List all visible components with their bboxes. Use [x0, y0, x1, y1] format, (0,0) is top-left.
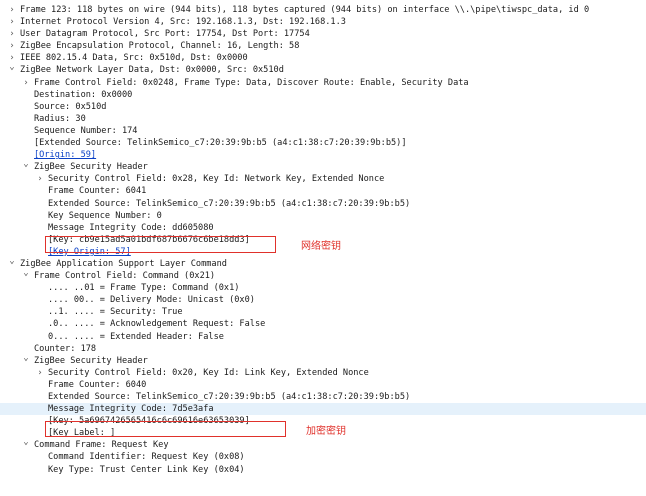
tree-row[interactable]: Message Integrity Code: 7d5e3afa [0, 403, 646, 416]
chevron-right-icon[interactable]: › [7, 40, 17, 52]
tree-row[interactable]: Frame Counter: 6041 [0, 185, 646, 197]
chevron-right-icon[interactable]: › [7, 16, 17, 28]
tree-row-label: Sequence Number: 174 [34, 125, 138, 136]
tree-row-label: Command Identifier: Request Key (0x08) [48, 452, 245, 463]
tree-row[interactable]: › Frame Control Field: 0x0248, Frame Type… [0, 77, 646, 89]
network-key-highlight-box [45, 236, 276, 253]
tree-row[interactable]: › IEEE 802.15.4 Data, Src: 0x510d, Dst: 0… [0, 52, 646, 64]
tree-row[interactable]: Key Sequence Number: 0 [0, 210, 646, 222]
tree-row[interactable]: 0... .... = Extended Header: False [0, 331, 646, 343]
chevron-down-icon[interactable]: ⌄ [21, 436, 31, 448]
tree-row-label: 0... .... = Extended Header: False [48, 331, 224, 342]
tree-row-label: .0.. .... = Acknowledgement Request: Fal… [48, 319, 266, 330]
tree-row-label: ZigBee Application Support Layer Command [20, 258, 227, 269]
tree-row[interactable]: .... 00.. = Delivery Mode: Unicast (0x0) [0, 294, 646, 306]
tree-row-label: Internet Protocol Version 4, Src: 192.16… [20, 17, 346, 28]
tree-row-label: .... 00.. = Delivery Mode: Unicast (0x0) [48, 295, 255, 306]
tree-row-label: [Extended Source: TelinkSemico_c7:20:39:… [34, 138, 407, 149]
tree-row[interactable]: [Extended Source: TelinkSemico_c7:20:39:… [0, 137, 646, 149]
tree-row[interactable]: [Origin: 59] [0, 149, 646, 161]
tree-row[interactable]: ⌄ ZigBee Security Header [0, 352, 646, 367]
tree-row[interactable]: Command Identifier: Request Key (0x08) [0, 451, 646, 463]
tree-row[interactable]: ⌄ Command Frame: Request Key [0, 436, 646, 451]
chevron-down-icon[interactable]: ⌄ [7, 61, 17, 73]
tree-row-label: Frame Control Field: Command (0x21) [34, 271, 216, 282]
chevron-down-icon[interactable]: ⌄ [21, 352, 31, 364]
tree-row[interactable]: Frame Counter: 6040 [0, 379, 646, 391]
chevron-down-icon[interactable]: ⌄ [21, 267, 31, 279]
tree-row[interactable]: › ZigBee Encapsulation Protocol, Channel:… [0, 40, 646, 52]
tree-row[interactable]: › Frame 123: 118 bytes on wire (944 bits)… [0, 4, 646, 16]
chevron-right-icon[interactable]: › [35, 173, 45, 185]
tree-row-label: Message Integrity Code: 7d5e3afa [48, 404, 214, 415]
tree-row[interactable]: Destination: 0x0000 [0, 89, 646, 101]
tree-row-label: User Datagram Protocol, Src Port: 17754,… [20, 29, 310, 40]
chevron-right-icon[interactable]: › [7, 28, 17, 40]
tree-row[interactable]: Sequence Number: 174 [0, 125, 646, 137]
chevron-down-icon[interactable]: ⌄ [7, 255, 17, 267]
tree-row[interactable]: › User Datagram Protocol, Src Port: 17754… [0, 28, 646, 40]
tree-row-label: Message Integrity Code: dd605080 [48, 222, 214, 233]
tree-row-label: Key Type: Trust Center Link Key (0x04) [48, 464, 245, 475]
tree-row[interactable]: Extended Source: TelinkSemico_c7:20:39:9… [0, 391, 646, 403]
tree-row-label: Destination: 0x0000 [34, 89, 133, 100]
tree-row-label: IEEE 802.15.4 Data, Src: 0x510d, Dst: 0x… [20, 53, 248, 64]
tree-row[interactable]: .0.. .... = Acknowledgement Request: Fal… [0, 318, 646, 330]
link-key-highlight-box [45, 421, 286, 437]
tree-row[interactable]: .... ..01 = Frame Type: Command (0x1) [0, 282, 646, 294]
tree-row-label: ZigBee Encapsulation Protocol, Channel: … [20, 41, 300, 52]
tree-row[interactable]: ⌄ ZigBee Network Layer Data, Dst: 0x0000,… [0, 61, 646, 76]
tree-row-label: Command Frame: Request Key [34, 440, 169, 451]
link-key-annotation: 加密密钥 [306, 426, 346, 437]
tree-row-link[interactable]: [Origin: 59] [34, 149, 96, 161]
tree-row-label: ZigBee Network Layer Data, Dst: 0x0000, … [20, 65, 284, 76]
tree-row[interactable]: Radius: 30 [0, 113, 646, 125]
tree-row-label: Frame 123: 118 bytes on wire (944 bits),… [20, 5, 590, 15]
tree-row-label: Source: 0x510d [34, 101, 107, 112]
chevron-right-icon[interactable]: › [35, 367, 45, 379]
tree-row[interactable]: ⌄ ZigBee Application Support Layer Comman… [0, 255, 646, 270]
tree-row[interactable]: › Internet Protocol Version 4, Src: 192.1… [0, 16, 646, 28]
tree-row-label: ZigBee Security Header [34, 162, 148, 173]
chevron-right-icon[interactable]: › [7, 4, 17, 16]
tree-row[interactable]: Counter: 178 [0, 343, 646, 355]
tree-row[interactable]: › Security Control Field: 0x28, Key Id: N… [0, 173, 646, 185]
tree-row[interactable]: Key Type: Trust Center Link Key (0x04) [0, 464, 646, 476]
tree-row-label: Security Control Field: 0x20, Key Id: Li… [48, 367, 369, 378]
tree-row-label: Frame Control Field: 0x0248, Frame Type:… [34, 77, 469, 88]
tree-row[interactable]: ⌄ Frame Control Field: Command (0x21) [0, 267, 646, 282]
network-key-annotation: 网络密钥 [301, 241, 341, 252]
tree-row-label: Frame Counter: 6041 [48, 186, 147, 197]
tree-row-label: Frame Counter: 6040 [48, 379, 147, 390]
tree-row-label: Security Control Field: 0x28, Key Id: Ne… [48, 174, 385, 185]
chevron-right-icon[interactable]: › [21, 77, 31, 89]
tree-row-label: Extended Source: TelinkSemico_c7:20:39:9… [48, 392, 411, 402]
tree-row[interactable]: Extended Source: TelinkSemico_c7:20:39:9… [0, 198, 646, 210]
tree-row-label: Extended Source: TelinkSemico_c7:20:39:9… [48, 198, 411, 209]
tree-row[interactable]: Source: 0x510d [0, 101, 646, 113]
tree-row-label: Key Sequence Number: 0 [48, 210, 162, 221]
chevron-down-icon[interactable]: ⌄ [21, 158, 31, 170]
tree-row[interactable]: ⌄ ZigBee Security Header [0, 158, 646, 173]
tree-row[interactable]: Message Integrity Code: dd605080 [0, 222, 646, 234]
tree-row-label: Counter: 178 [34, 343, 97, 354]
tree-row-label: .... ..01 = Frame Type: Command (0x1) [48, 283, 240, 294]
tree-row-label: ..1. .... = Security: True [48, 307, 183, 318]
tree-row[interactable]: › Security Control Field: 0x20, Key Id: L… [0, 367, 646, 379]
tree-row-label: Radius: 30 [34, 113, 86, 124]
tree-row[interactable]: ..1. .... = Security: True [0, 306, 646, 318]
tree-row-label: ZigBee Security Header [34, 355, 148, 366]
